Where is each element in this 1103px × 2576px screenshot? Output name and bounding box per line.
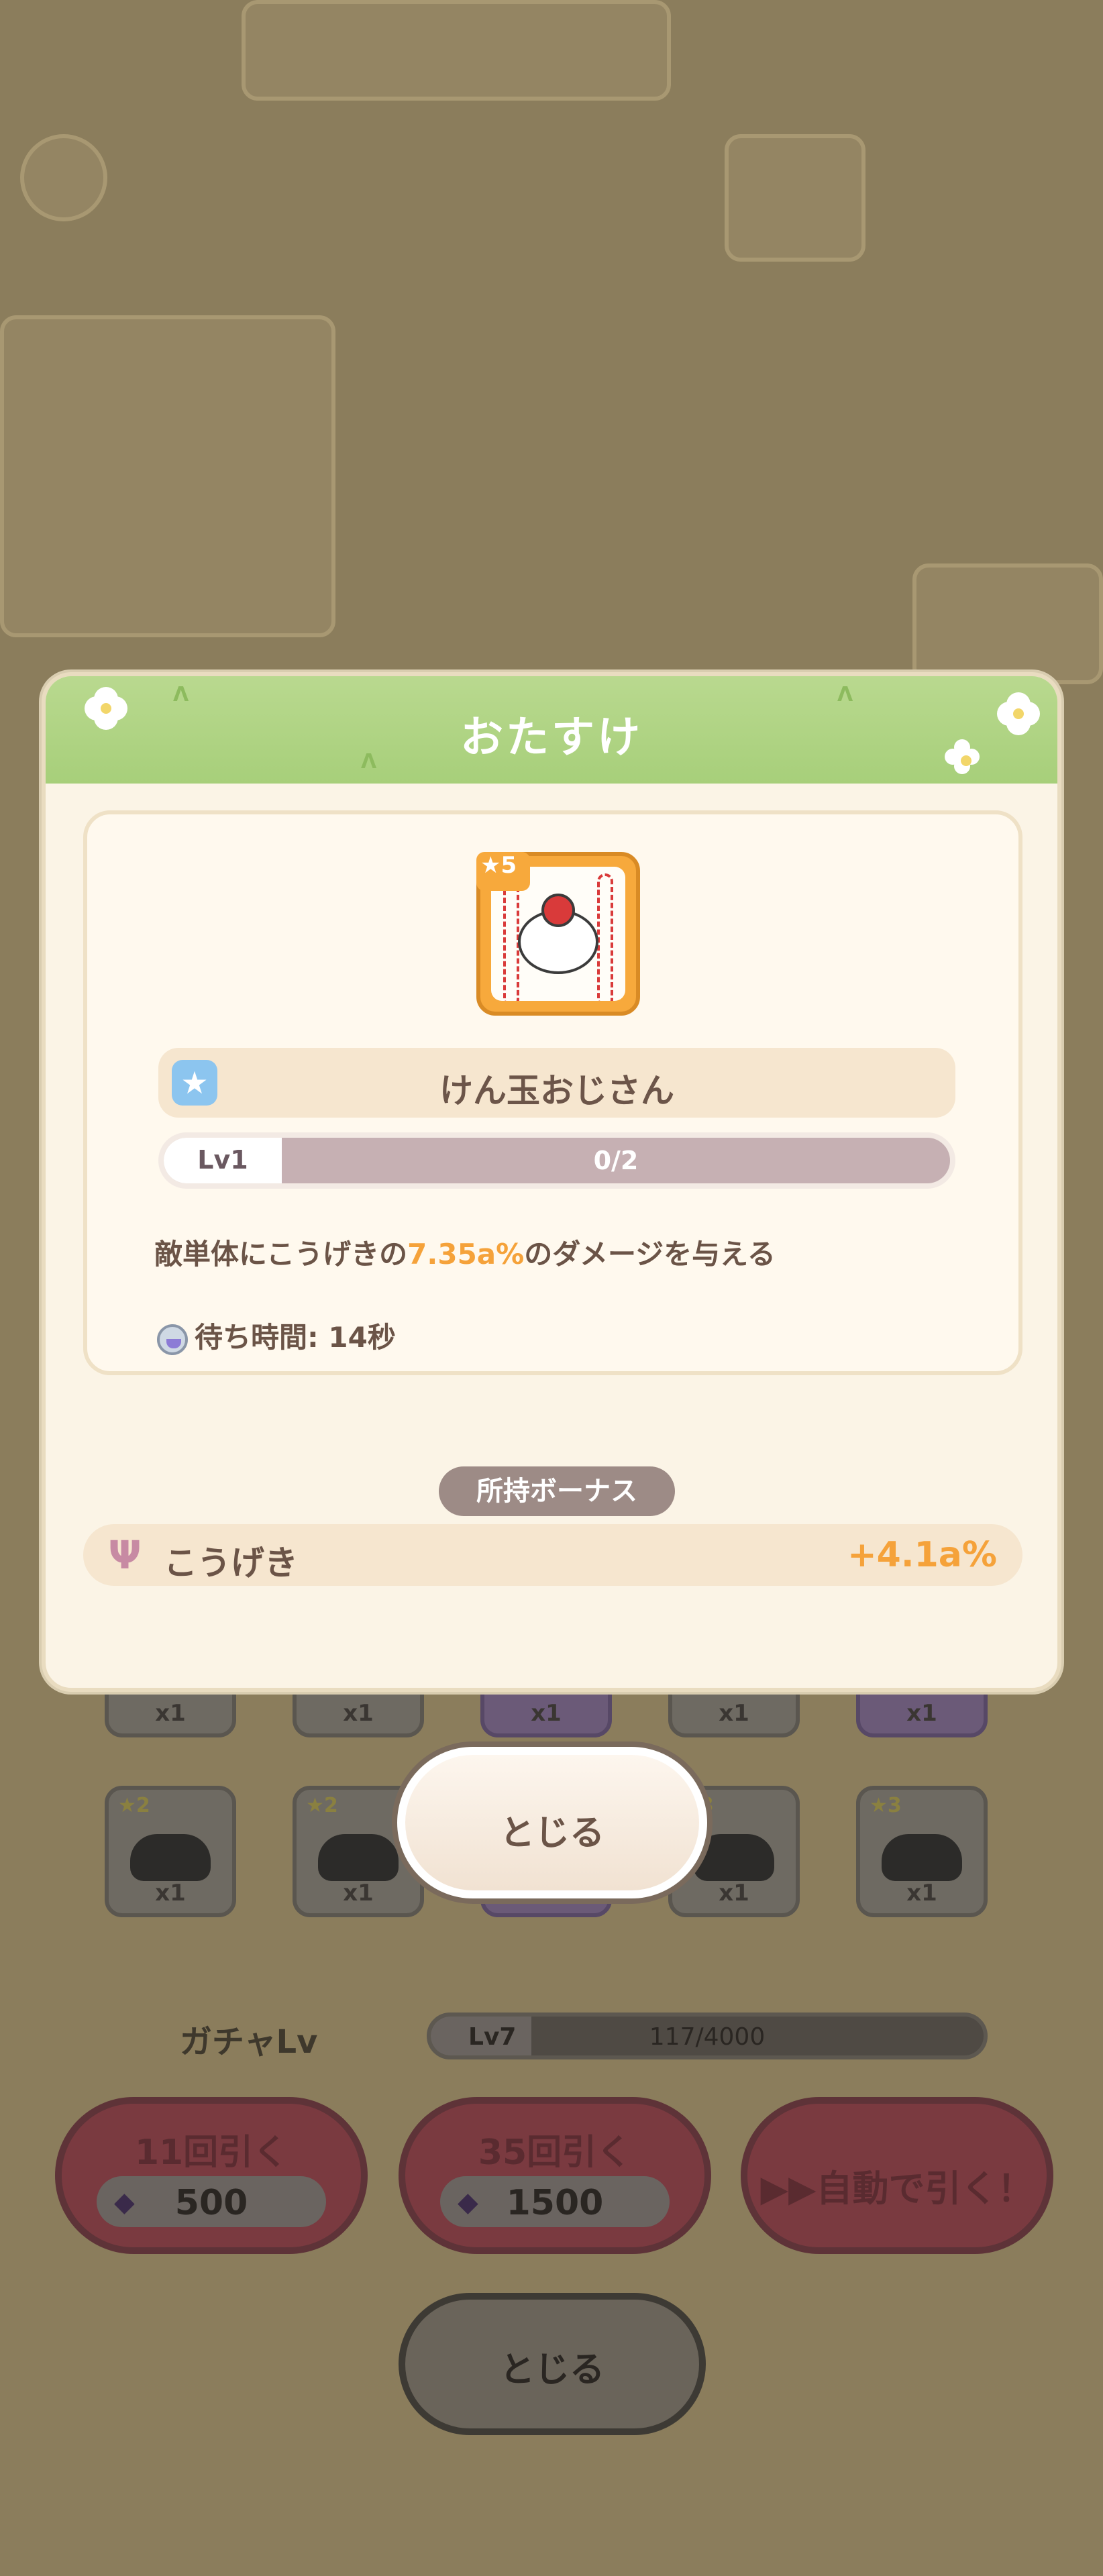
card-star-icon: ★2 (306, 1794, 338, 1817)
character-portrait: ★5 (476, 852, 640, 1016)
auto-pull-button[interactable]: ▶▶自動で引く！ (741, 2097, 1053, 2254)
pull-35-title: 35回引く (478, 2133, 632, 2173)
gacha-level-label: ガチャLv (180, 2023, 318, 2061)
character-silhouette (318, 1834, 399, 1882)
pull-11-button[interactable]: 11回引く ◆ 500 (55, 2097, 368, 2254)
character-name-plate: ★ けん玉おじさん (158, 1048, 955, 1118)
gacha-progress-text: 117/4000 (649, 2023, 766, 2051)
bg-decoration (242, 0, 671, 101)
close-button[interactable]: とじる (397, 1747, 707, 1898)
popup-title: おたすけ (460, 713, 643, 763)
close-label: とじる (499, 1813, 605, 1854)
character-card[interactable]: ★3 x1 (856, 1786, 988, 1917)
claw-icon: Ψ (108, 1532, 142, 1578)
kendama-stripe (597, 873, 613, 1001)
card-count: x1 (155, 1880, 186, 1907)
pull-11-title: 11回引く (134, 2133, 288, 2173)
pull-cost-value: 1500 (506, 2183, 604, 2223)
bonus-section-label: 所持ボーナス (439, 1466, 675, 1516)
character-silhouette (694, 1834, 774, 1882)
character-silhouette (882, 1834, 962, 1882)
close-label: とじる (499, 2350, 605, 2390)
card-count: x1 (155, 1700, 186, 1727)
description-text: 敵単体にこうげきの (154, 1238, 408, 1271)
bg-decoration (912, 564, 1103, 684)
card-count: x1 (343, 1880, 374, 1907)
bg-decoration (0, 315, 335, 637)
card-count: x1 (719, 1880, 749, 1907)
bonus-stat-value: +4.1a% (847, 1535, 997, 1575)
bg-decoration (725, 134, 865, 262)
pull-cost-value: 500 (174, 2183, 248, 2223)
pull-cost: ◆ 500 (97, 2176, 326, 2227)
character-card[interactable]: ★2 x1 (105, 1786, 236, 1917)
card-count: x1 (906, 1880, 937, 1907)
kendama-stripe (503, 873, 519, 1001)
background-close-button[interactable]: とじる (399, 2293, 706, 2435)
card-star-icon: ★2 (118, 1794, 150, 1817)
pull-35-button[interactable]: 35回引く ◆ 1500 (399, 2097, 711, 2254)
wait-time-text: 待ち時間: 14秒 (195, 1321, 396, 1354)
card-count: x1 (719, 1700, 749, 1727)
damage-percent: 7.35a% (407, 1238, 525, 1271)
card-star-icon: ★3 (870, 1794, 902, 1817)
wait-time: 待ち時間: 14秒 (157, 1315, 396, 1356)
card-count: x1 (343, 1700, 374, 1727)
popup-header: ᐱ ᐱ ᐱ おたすけ (46, 676, 1057, 784)
character-name: けん玉おじさん (439, 1071, 674, 1110)
bg-decoration (20, 134, 107, 221)
potion-icon (157, 1324, 188, 1355)
character-level: Lv1 (164, 1138, 282, 1183)
character-level-bar: Lv1 0/2 (158, 1132, 955, 1189)
bonus-row: Ψ こうげき +4.1a% (83, 1524, 1022, 1586)
support-popup: ᐱ ᐱ ᐱ おたすけ ★5 ★ けん玉おじさん Lv1 0/2 敵単体にこうげき… (42, 672, 1061, 1692)
skill-description: 敵単体にこうげきの7.35a%のダメージを与える (154, 1232, 776, 1273)
card-count: x1 (531, 1700, 562, 1727)
level-progress-text: 0/2 (593, 1146, 639, 1175)
bonus-stat-label: こうげき (164, 1544, 298, 1582)
auto-pull-label: ▶▶自動で引く！ (760, 2167, 1034, 2210)
kendama-ball (541, 894, 575, 927)
gacha-level-bar: Lv7 117/4000 (427, 2012, 988, 2059)
rarity-star-icon: ★5 (476, 852, 530, 891)
description-text: のダメージを与える (524, 1238, 776, 1271)
pull-cost: ◆ 1500 (440, 2176, 670, 2227)
character-silhouette (130, 1834, 211, 1882)
card-count: x1 (906, 1700, 937, 1727)
character-info-card: ★5 ★ けん玉おじさん Lv1 0/2 敵単体にこうげきの7.35a%のダメー… (83, 810, 1022, 1375)
